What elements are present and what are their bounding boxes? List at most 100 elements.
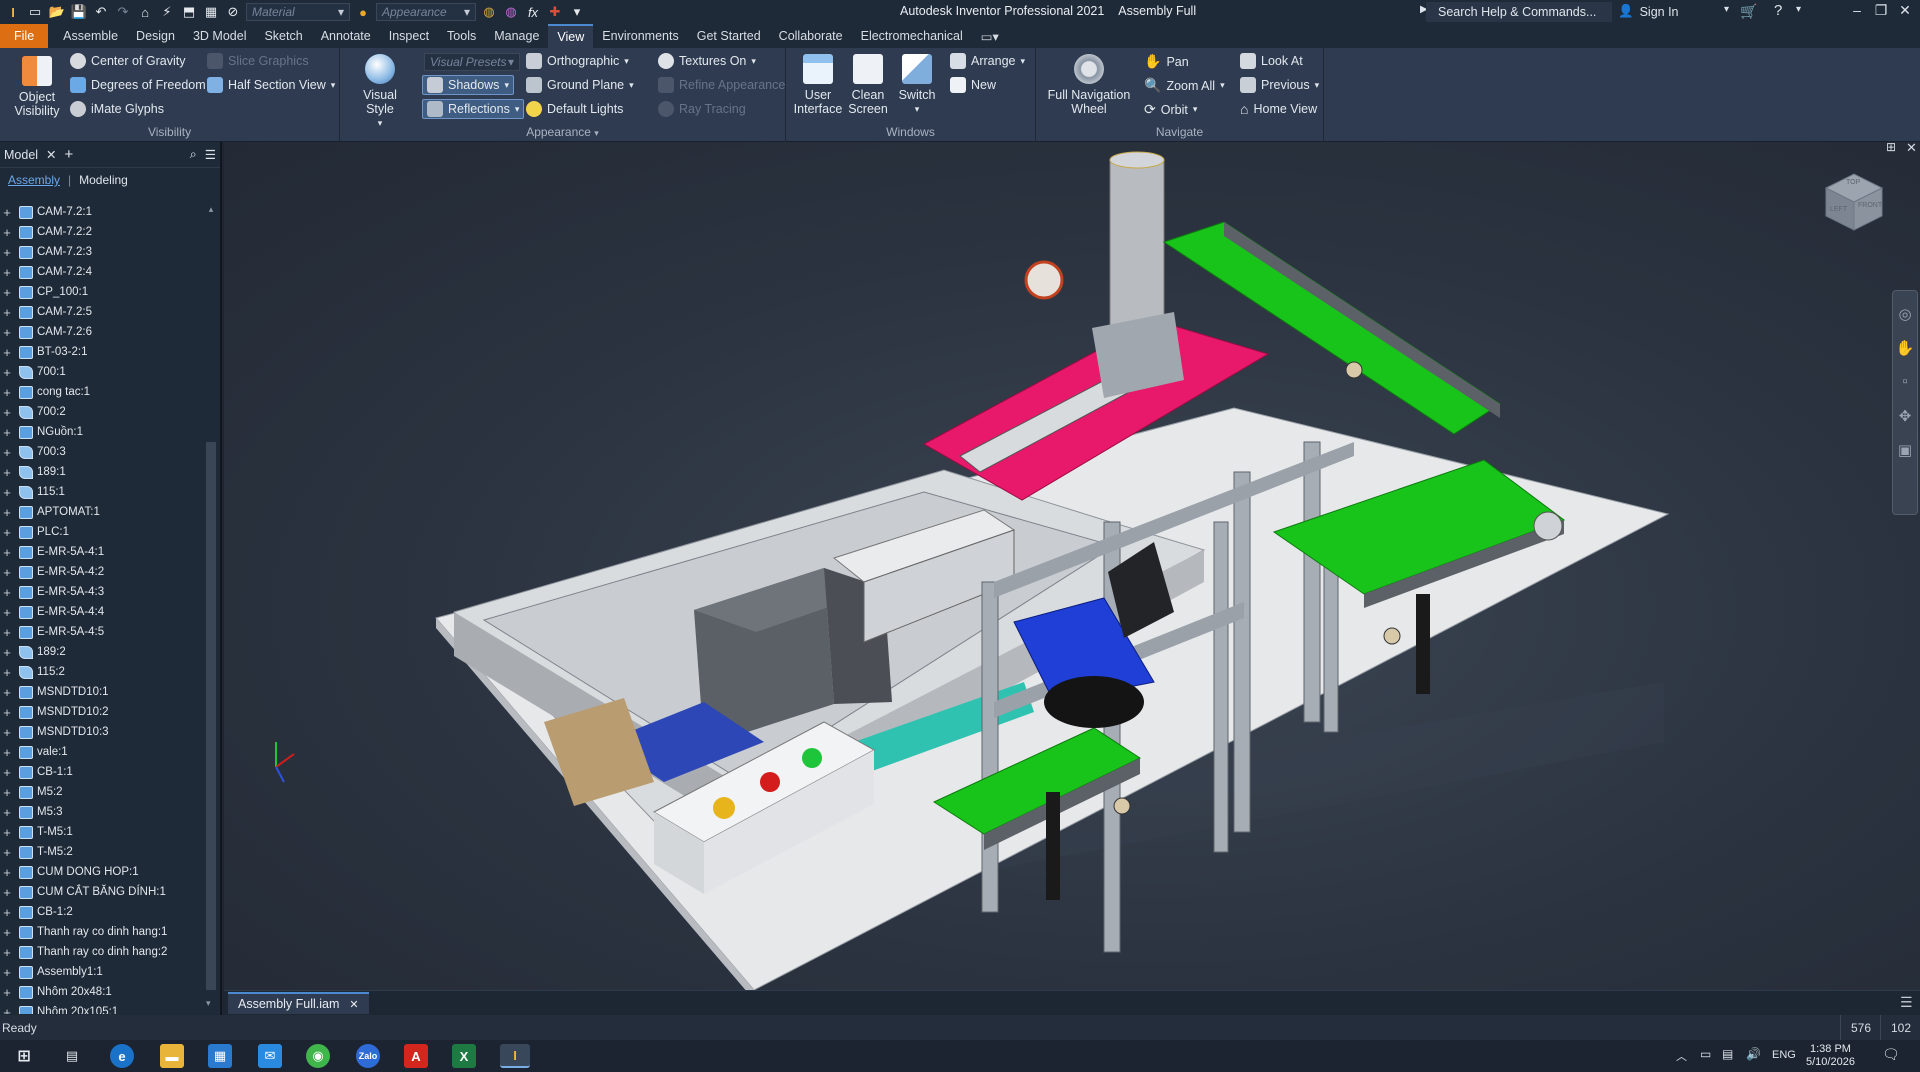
user-interface-button[interactable]: User Interface	[792, 54, 844, 116]
expand-icon[interactable]: +	[0, 445, 14, 460]
expand-icon[interactable]: +	[0, 925, 14, 940]
scroll-up-icon[interactable]: ▴	[204, 204, 218, 215]
arrange-dropdown-icon[interactable]: ▾	[1020, 56, 1025, 67]
mail-icon[interactable]: ✉	[258, 1044, 282, 1068]
expand-icon[interactable]: +	[0, 1005, 14, 1015]
adjust-appearance-icon[interactable]: ◍	[502, 3, 520, 21]
orbit-button[interactable]: ⟳ Orbit ▾	[1144, 101, 1197, 118]
model-tab[interactable]: Model	[4, 148, 38, 162]
previous-dropdown-icon[interactable]: ▾	[1315, 80, 1320, 91]
browser-menu-icon[interactable]: ☰	[205, 147, 216, 162]
tree-node[interactable]: + CAM-7.2:5	[0, 302, 205, 322]
tab-inspect[interactable]: Inspect	[380, 24, 438, 48]
tree-node[interactable]: + E-MR-5A-4:1	[0, 542, 205, 562]
customize-qa-icon[interactable]: ▾	[568, 3, 586, 21]
tree-node[interactable]: + T-M5:2	[0, 842, 205, 862]
refine-appearance-button[interactable]: Refine Appearance	[658, 77, 785, 93]
tray-device-icon[interactable]: ▭	[1700, 1047, 1711, 1061]
tree-node[interactable]: + CUM DONG HOP:1	[0, 862, 205, 882]
browser-search-icon[interactable]: ⌕	[190, 147, 197, 162]
appearance-panel-title[interactable]: Appearance ▾	[340, 125, 785, 139]
expand-icon[interactable]: +	[0, 645, 14, 660]
tab-tools[interactable]: Tools	[438, 24, 485, 48]
cart-icon[interactable]: 🛒	[1740, 3, 1757, 20]
viewcube[interactable]: TOP LEFT FRONT	[1822, 170, 1884, 232]
ground-plane-dropdown-icon[interactable]: ▾	[629, 80, 634, 91]
switch-button[interactable]: Switch ▾	[892, 54, 942, 116]
previous-view-button[interactable]: Previous ▾	[1240, 77, 1319, 93]
expand-icon[interactable]: +	[0, 885, 14, 900]
tree-node[interactable]: +700:1	[0, 362, 205, 382]
expand-icon[interactable]: +	[0, 725, 14, 740]
tree-node[interactable]: + Nhôm 20x105:1	[0, 1002, 205, 1014]
expand-icon[interactable]: +	[0, 405, 14, 420]
object-visibility-button[interactable]: Object Visibility	[8, 56, 66, 118]
tab-sketch[interactable]: Sketch	[255, 24, 311, 48]
visual-style-button[interactable]: Visual Style ▾	[348, 54, 412, 130]
switch-dropdown-icon[interactable]: ▾	[892, 102, 942, 116]
tab-3d-model[interactable]: 3D Model	[184, 24, 256, 48]
inventor-logo-icon[interactable]: I	[4, 3, 22, 21]
nav-orbit-icon[interactable]: ✥	[1895, 407, 1915, 427]
sign-in-button[interactable]: 👤 Sign In	[1618, 4, 1679, 19]
restore-icon[interactable]: ❐	[1870, 2, 1892, 22]
ray-tracing-button[interactable]: Ray Tracing	[658, 101, 746, 117]
half-section-view-button[interactable]: Half Section View ▾	[207, 77, 335, 93]
expand-icon[interactable]: +	[0, 785, 14, 800]
file-explorer-icon[interactable]: ▬	[160, 1044, 184, 1068]
appearance-combo[interactable]: Appearance ▾	[376, 3, 476, 21]
add-browser-tab-icon[interactable]: +	[65, 146, 74, 163]
document-tab[interactable]: Assembly Full.iam ✕	[228, 992, 369, 1014]
new-file-icon[interactable]: ▭	[26, 3, 44, 21]
tab-manage[interactable]: Manage	[485, 24, 548, 48]
close-view-icon[interactable]: ✕	[1906, 142, 1917, 156]
tree-node[interactable]: + M5:3	[0, 802, 205, 822]
tree-node[interactable]: + cong tac:1	[0, 382, 205, 402]
account-dropdown-icon[interactable]: ▾	[1724, 4, 1729, 15]
nav-zoom-icon[interactable]: ▫	[1895, 373, 1915, 393]
tree-node[interactable]: +115:1	[0, 482, 205, 502]
tab-view[interactable]: View	[548, 24, 594, 48]
tab-file[interactable]: File	[0, 24, 49, 48]
store-icon[interactable]: ▦	[208, 1044, 232, 1068]
expand-icon[interactable]: +	[0, 525, 14, 540]
tree-node[interactable]: + E-MR-5A-4:2	[0, 562, 205, 582]
tree-node[interactable]: +700:3	[0, 442, 205, 462]
redo-icon[interactable]: ↷	[114, 3, 132, 21]
notification-icon[interactable]: 🗨	[1882, 1046, 1900, 1063]
chrome-like-icon[interactable]: ◉	[306, 1044, 330, 1068]
tree-node[interactable]: + APTOMAT:1	[0, 502, 205, 522]
full-navigation-wheel-button[interactable]: Full Navigation Wheel	[1044, 54, 1134, 116]
language-indicator[interactable]: ENG	[1772, 1049, 1796, 1061]
nav-look-at-icon[interactable]: ▣	[1895, 441, 1915, 461]
tree-node[interactable]: + CAM-7.2:6	[0, 322, 205, 342]
nav-pan-icon[interactable]: ✋	[1895, 339, 1915, 359]
orthographic-button[interactable]: Orthographic ▾	[526, 53, 629, 69]
tree-node[interactable]: + MSNDTD10:3	[0, 722, 205, 742]
tree-node[interactable]: + T-M5:1	[0, 822, 205, 842]
tree-node[interactable]: + CB-1:2	[0, 902, 205, 922]
volume-icon[interactable]: 🔊	[1746, 1047, 1761, 1061]
home-icon[interactable]: ⌂	[136, 3, 154, 21]
tree-node[interactable]: + CUM CẮT BĂNG DÍNH:1	[0, 882, 205, 902]
expand-icon[interactable]: +	[0, 365, 14, 380]
orbit-dropdown-icon[interactable]: ▾	[1193, 104, 1198, 115]
expand-icon[interactable]: +	[0, 865, 14, 880]
expand-icon[interactable]: +	[0, 565, 14, 580]
tab-environments[interactable]: Environments	[593, 24, 687, 48]
expand-icon[interactable]: +	[0, 825, 14, 840]
tree-node[interactable]: + Thanh ray co dinh hang:2	[0, 942, 205, 962]
expand-icon[interactable]: +	[0, 265, 14, 280]
textures-on-button[interactable]: Textures On ▾	[658, 53, 756, 69]
scroll-down-icon[interactable]: ▾	[206, 998, 211, 1009]
visual-presets-combo[interactable]: Visual Presets ▾	[424, 53, 520, 71]
excel-icon[interactable]: X	[452, 1044, 476, 1068]
expand-icon[interactable]: +	[0, 845, 14, 860]
new-window-button[interactable]: New	[950, 77, 996, 93]
ribbon-options-icon[interactable]: ▭▾	[972, 24, 1008, 48]
tree-node[interactable]: + CAM-7.2:4	[0, 262, 205, 282]
taskbar-clock[interactable]: 1:38 PM 5/10/2026	[1806, 1043, 1855, 1069]
zoom-all-button[interactable]: 🔍 Zoom All ▾	[1144, 77, 1225, 94]
tree-node[interactable]: + M5:2	[0, 782, 205, 802]
tree-node[interactable]: + Nhôm 20x48:1	[0, 982, 205, 1002]
